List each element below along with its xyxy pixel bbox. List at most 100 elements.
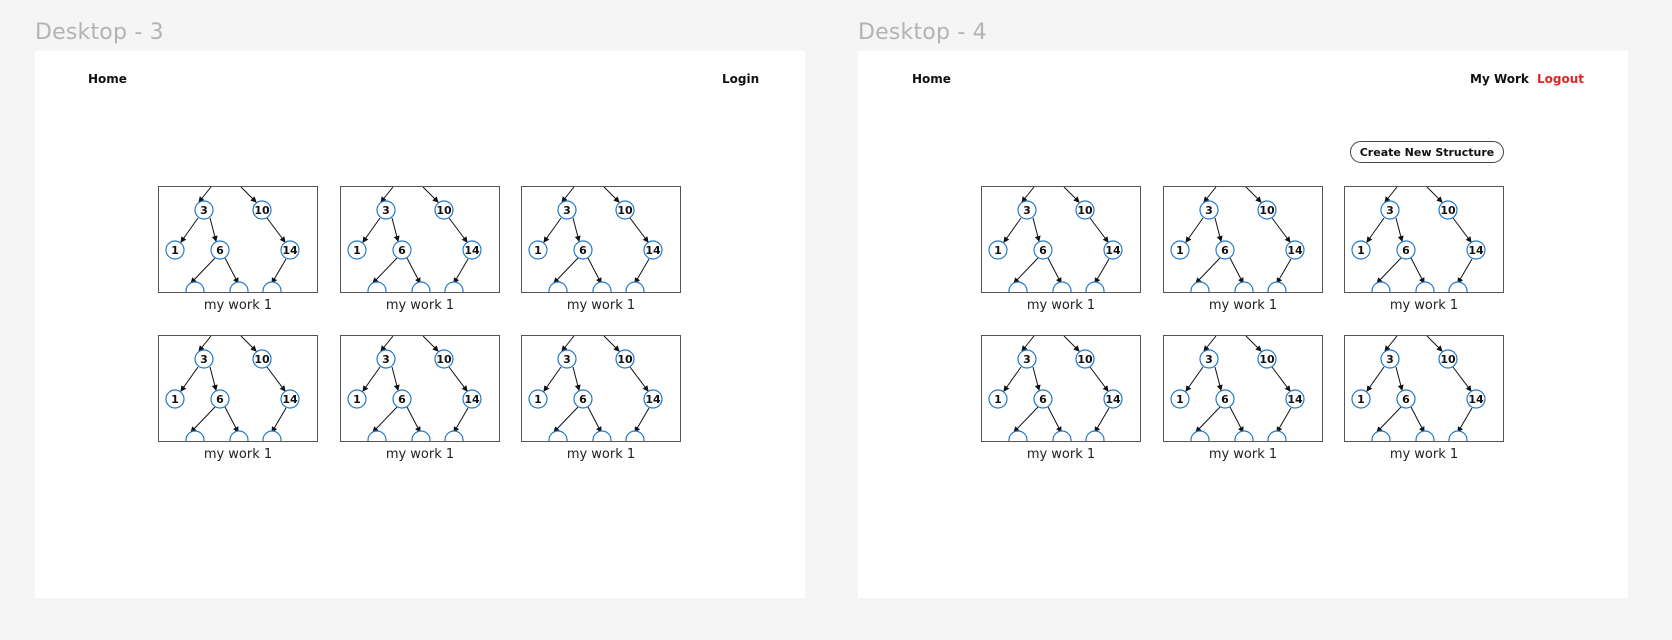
work-thumbnail[interactable]: 3 10 1 6 14 (158, 335, 318, 442)
tree-node-label: 10 (1077, 353, 1093, 366)
tree-edge (1013, 257, 1039, 284)
tree-node: 14 (1285, 240, 1305, 260)
tree-node-label: 10 (1259, 204, 1275, 217)
tree-node-label: 3 (1023, 353, 1031, 366)
tree-edge (1021, 187, 1035, 203)
work-thumbnail[interactable]: 3 10 1 6 14 (1163, 335, 1323, 442)
tree-node: 14 (1103, 240, 1123, 260)
tree-edge (372, 257, 398, 284)
tree-node-partial (185, 430, 205, 441)
work-thumbnail[interactable]: 3 10 1 6 14 (981, 335, 1141, 442)
work-card-caption: my work 1 (1389, 447, 1459, 462)
tree-node-label: 14 (464, 393, 480, 406)
create-new-structure-button[interactable]: Create New Structure (1350, 141, 1504, 163)
work-thumbnail[interactable]: 3 10 1 6 14 (1344, 186, 1504, 293)
work-card[interactable]: 3 10 1 6 14 my work 1 (521, 335, 681, 462)
tree-node-partial (1371, 281, 1391, 292)
work-card-caption: my work 1 (1208, 447, 1278, 462)
tree-node-label: 1 (1176, 393, 1184, 406)
tree-edge (553, 406, 579, 433)
tree-node: 14 (1466, 389, 1486, 409)
tree-edge (1214, 366, 1223, 391)
work-thumbnail[interactable]: 3 10 1 6 14 (981, 186, 1141, 293)
tree-node: 6 (210, 240, 230, 260)
work-thumbnail[interactable]: 3 10 1 6 14 (158, 186, 318, 293)
tree-edge (1245, 336, 1262, 352)
work-card[interactable]: 3 10 1 6 14 my work 1 (340, 335, 500, 462)
work-thumbnail[interactable]: 3 10 1 6 14 (521, 186, 681, 293)
tree-edge (629, 366, 649, 392)
tree-edge (572, 217, 581, 242)
tree-node: 14 (643, 389, 663, 409)
work-card[interactable]: 3 10 1 6 14 my work 1 (981, 335, 1141, 462)
tree-edge (1185, 366, 1204, 392)
tree-edge (240, 187, 257, 203)
tree-node: 14 (462, 389, 482, 409)
tree-edge (209, 366, 218, 391)
tree-node-label: 6 (398, 244, 406, 257)
nav-my-work-link[interactable]: My Work (1470, 72, 1529, 86)
tree-edge (240, 336, 257, 352)
work-card[interactable]: 3 10 1 6 14 my work 1 (521, 186, 681, 313)
tree-edge (1185, 217, 1204, 243)
work-card[interactable]: 3 10 1 6 14 my work 1 (1163, 186, 1323, 313)
tree-node-label: 14 (1287, 393, 1303, 406)
work-thumbnail[interactable]: 3 10 1 6 14 (340, 335, 500, 442)
work-thumbnail[interactable]: 3 10 1 6 14 (521, 335, 681, 442)
work-card[interactable]: 3 10 1 6 14 my work 1 (158, 335, 318, 462)
tree-edge (453, 258, 469, 284)
tree-edge (224, 406, 239, 433)
tree-edge (1376, 406, 1402, 433)
tree-diagram: 3 10 1 6 14 (528, 336, 663, 441)
tree-node: 10 (252, 349, 272, 369)
tree-node-partial (1190, 281, 1210, 292)
tree-node: 1 (988, 389, 1008, 409)
work-card[interactable]: 3 10 1 6 14 my work 1 (340, 186, 500, 313)
nav-home-link[interactable]: Home (88, 72, 127, 86)
tree-node-partial (1008, 281, 1028, 292)
tree-node-partial (367, 281, 387, 292)
tree-node-partial (262, 281, 282, 292)
tree-edge (271, 258, 287, 284)
tree-node-label: 6 (398, 393, 406, 406)
tree-edge (1384, 336, 1398, 352)
work-card-caption: my work 1 (203, 298, 273, 313)
work-card[interactable]: 3 10 1 6 14 my work 1 (158, 186, 318, 313)
nav-login-link[interactable]: Login (722, 72, 759, 86)
tree-edge (561, 187, 575, 203)
tree-edge (1384, 187, 1398, 203)
tree-edge (180, 217, 199, 243)
tree-node-partial (1415, 281, 1435, 292)
tree-node: 3 (376, 200, 396, 220)
work-thumbnail[interactable]: 3 10 1 6 14 (1344, 335, 1504, 442)
tree-edge (190, 257, 216, 284)
work-thumbnail[interactable]: 3 10 1 6 14 (340, 186, 500, 293)
work-thumbnail[interactable]: 3 10 1 6 14 (1163, 186, 1323, 293)
tree-node-label: 1 (171, 393, 179, 406)
nav-logout-link[interactable]: Logout (1537, 72, 1584, 86)
tree-node: 14 (1466, 240, 1486, 260)
tree-node-label: 10 (254, 204, 270, 217)
tree-edge (380, 187, 394, 203)
tree-node-label: 6 (579, 393, 587, 406)
tree-node-label: 14 (282, 393, 298, 406)
tree-edge (634, 258, 650, 284)
tree-node-partial (411, 430, 431, 441)
work-card[interactable]: 3 10 1 6 14 my work 1 (1344, 335, 1504, 462)
work-card-caption: my work 1 (1389, 298, 1459, 313)
tree-edge (1426, 336, 1443, 352)
tree-node: 3 (557, 200, 577, 220)
tree-edge (391, 366, 400, 391)
work-card[interactable]: 3 10 1 6 14 my work 1 (981, 186, 1141, 313)
tree-edge (266, 217, 286, 243)
work-card[interactable]: 3 10 1 6 14 my work 1 (1344, 186, 1504, 313)
tree-node-label: 14 (1468, 244, 1484, 257)
work-card[interactable]: 3 10 1 6 14 my work 1 (1163, 335, 1323, 462)
tree-edge (1276, 258, 1292, 284)
tree-edge (1047, 257, 1062, 284)
tree-edge (1366, 217, 1385, 243)
tree-edge (1229, 406, 1244, 433)
nav-home-link[interactable]: Home (912, 72, 951, 86)
tree-edge (448, 366, 468, 392)
tree-node: 10 (1075, 200, 1095, 220)
